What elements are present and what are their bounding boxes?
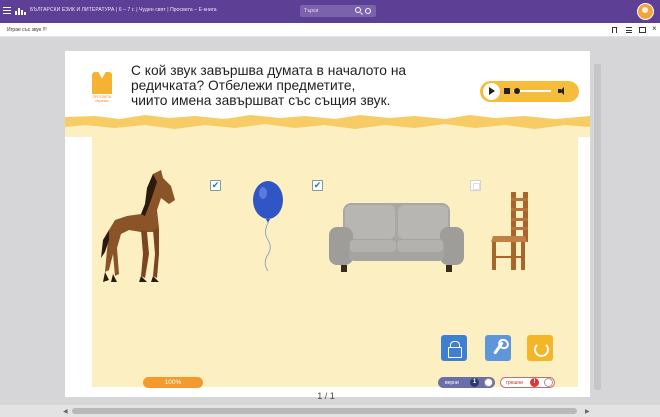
- play-icon[interactable]: [483, 83, 500, 100]
- gear-icon[interactable]: [365, 8, 371, 14]
- page-indicator: 1 / 1: [317, 391, 335, 401]
- logo-text: ПРОСВЕТА Играчки: [92, 95, 112, 103]
- torn-paper-divider: [65, 115, 590, 137]
- avatar[interactable]: [637, 3, 654, 20]
- lock-button[interactable]: [441, 335, 467, 361]
- list-icon[interactable]: [626, 27, 632, 33]
- bookmark-icon[interactable]: [612, 27, 617, 33]
- wrong-label: грешни: [506, 380, 523, 386]
- question-line: редичката? Отбележи предметите,: [131, 78, 356, 93]
- audio-position-handle[interactable]: [514, 88, 520, 94]
- search-box[interactable]: Търси: [300, 5, 376, 17]
- close-icon[interactable]: ×: [652, 25, 658, 33]
- scroll-left-icon[interactable]: ◀: [63, 408, 68, 415]
- toggle-knob[interactable]: [484, 378, 493, 387]
- vertical-scrollbar[interactable]: [594, 64, 601, 390]
- panel-icon[interactable]: [639, 27, 646, 33]
- progress-badge: 100%: [143, 377, 203, 388]
- wrong-answers-toggle[interactable]: грешни !: [500, 377, 555, 388]
- publisher-logo: ПРОСВЕТА Играчки: [92, 72, 112, 103]
- scroll-right-icon[interactable]: ▶: [585, 408, 590, 415]
- search-icon[interactable]: [355, 7, 361, 13]
- app-header: БЪЛГАРСКИ ЕЗИК И ЛИТЕРАТУРА | 6 – 7 г. |…: [0, 0, 660, 23]
- audio-player: [480, 81, 579, 102]
- item-checkbox-balloon[interactable]: ✔: [312, 180, 323, 191]
- correct-label: верни: [445, 380, 459, 386]
- document-toolbar: Играе със звук !!! ×: [0, 23, 660, 37]
- check-answer-button[interactable]: [485, 335, 511, 361]
- toggle-knob[interactable]: [544, 378, 553, 387]
- app-title: БЪЛГАРСКИ ЕЗИК И ЛИТЕРАТУРА | 6 – 7 г. |…: [30, 7, 217, 13]
- item-checkbox-horse[interactable]: ✔: [210, 180, 221, 191]
- wrong-count: !: [530, 378, 539, 387]
- search-input[interactable]: Търси: [304, 8, 318, 14]
- document-title: Играе със звук !!!: [7, 27, 47, 33]
- horizontal-scrollbar[interactable]: ◀ ▶: [0, 405, 660, 417]
- correct-answers-toggle[interactable]: верни 1: [438, 377, 495, 388]
- item-checkbox-sofa[interactable]: [470, 180, 481, 191]
- horse-image: [101, 170, 175, 282]
- question-line: чиито имена завършват със същия звук.: [131, 93, 391, 108]
- chair-image: [491, 192, 528, 270]
- balloon-image: [253, 181, 283, 272]
- reset-button[interactable]: [527, 335, 553, 361]
- sofa-image: [329, 203, 464, 272]
- volume-icon[interactable]: [558, 87, 568, 96]
- brand-icon: [15, 7, 26, 15]
- menu-icon[interactable]: [3, 7, 11, 14]
- question-line: С кой звук завършва думата в началото на: [131, 63, 407, 78]
- scrollbar-thumb[interactable]: [72, 408, 577, 414]
- question-text: С кой звук завършва думата в началото на…: [131, 63, 451, 108]
- stop-icon[interactable]: [504, 88, 510, 94]
- correct-count: 1: [470, 378, 479, 387]
